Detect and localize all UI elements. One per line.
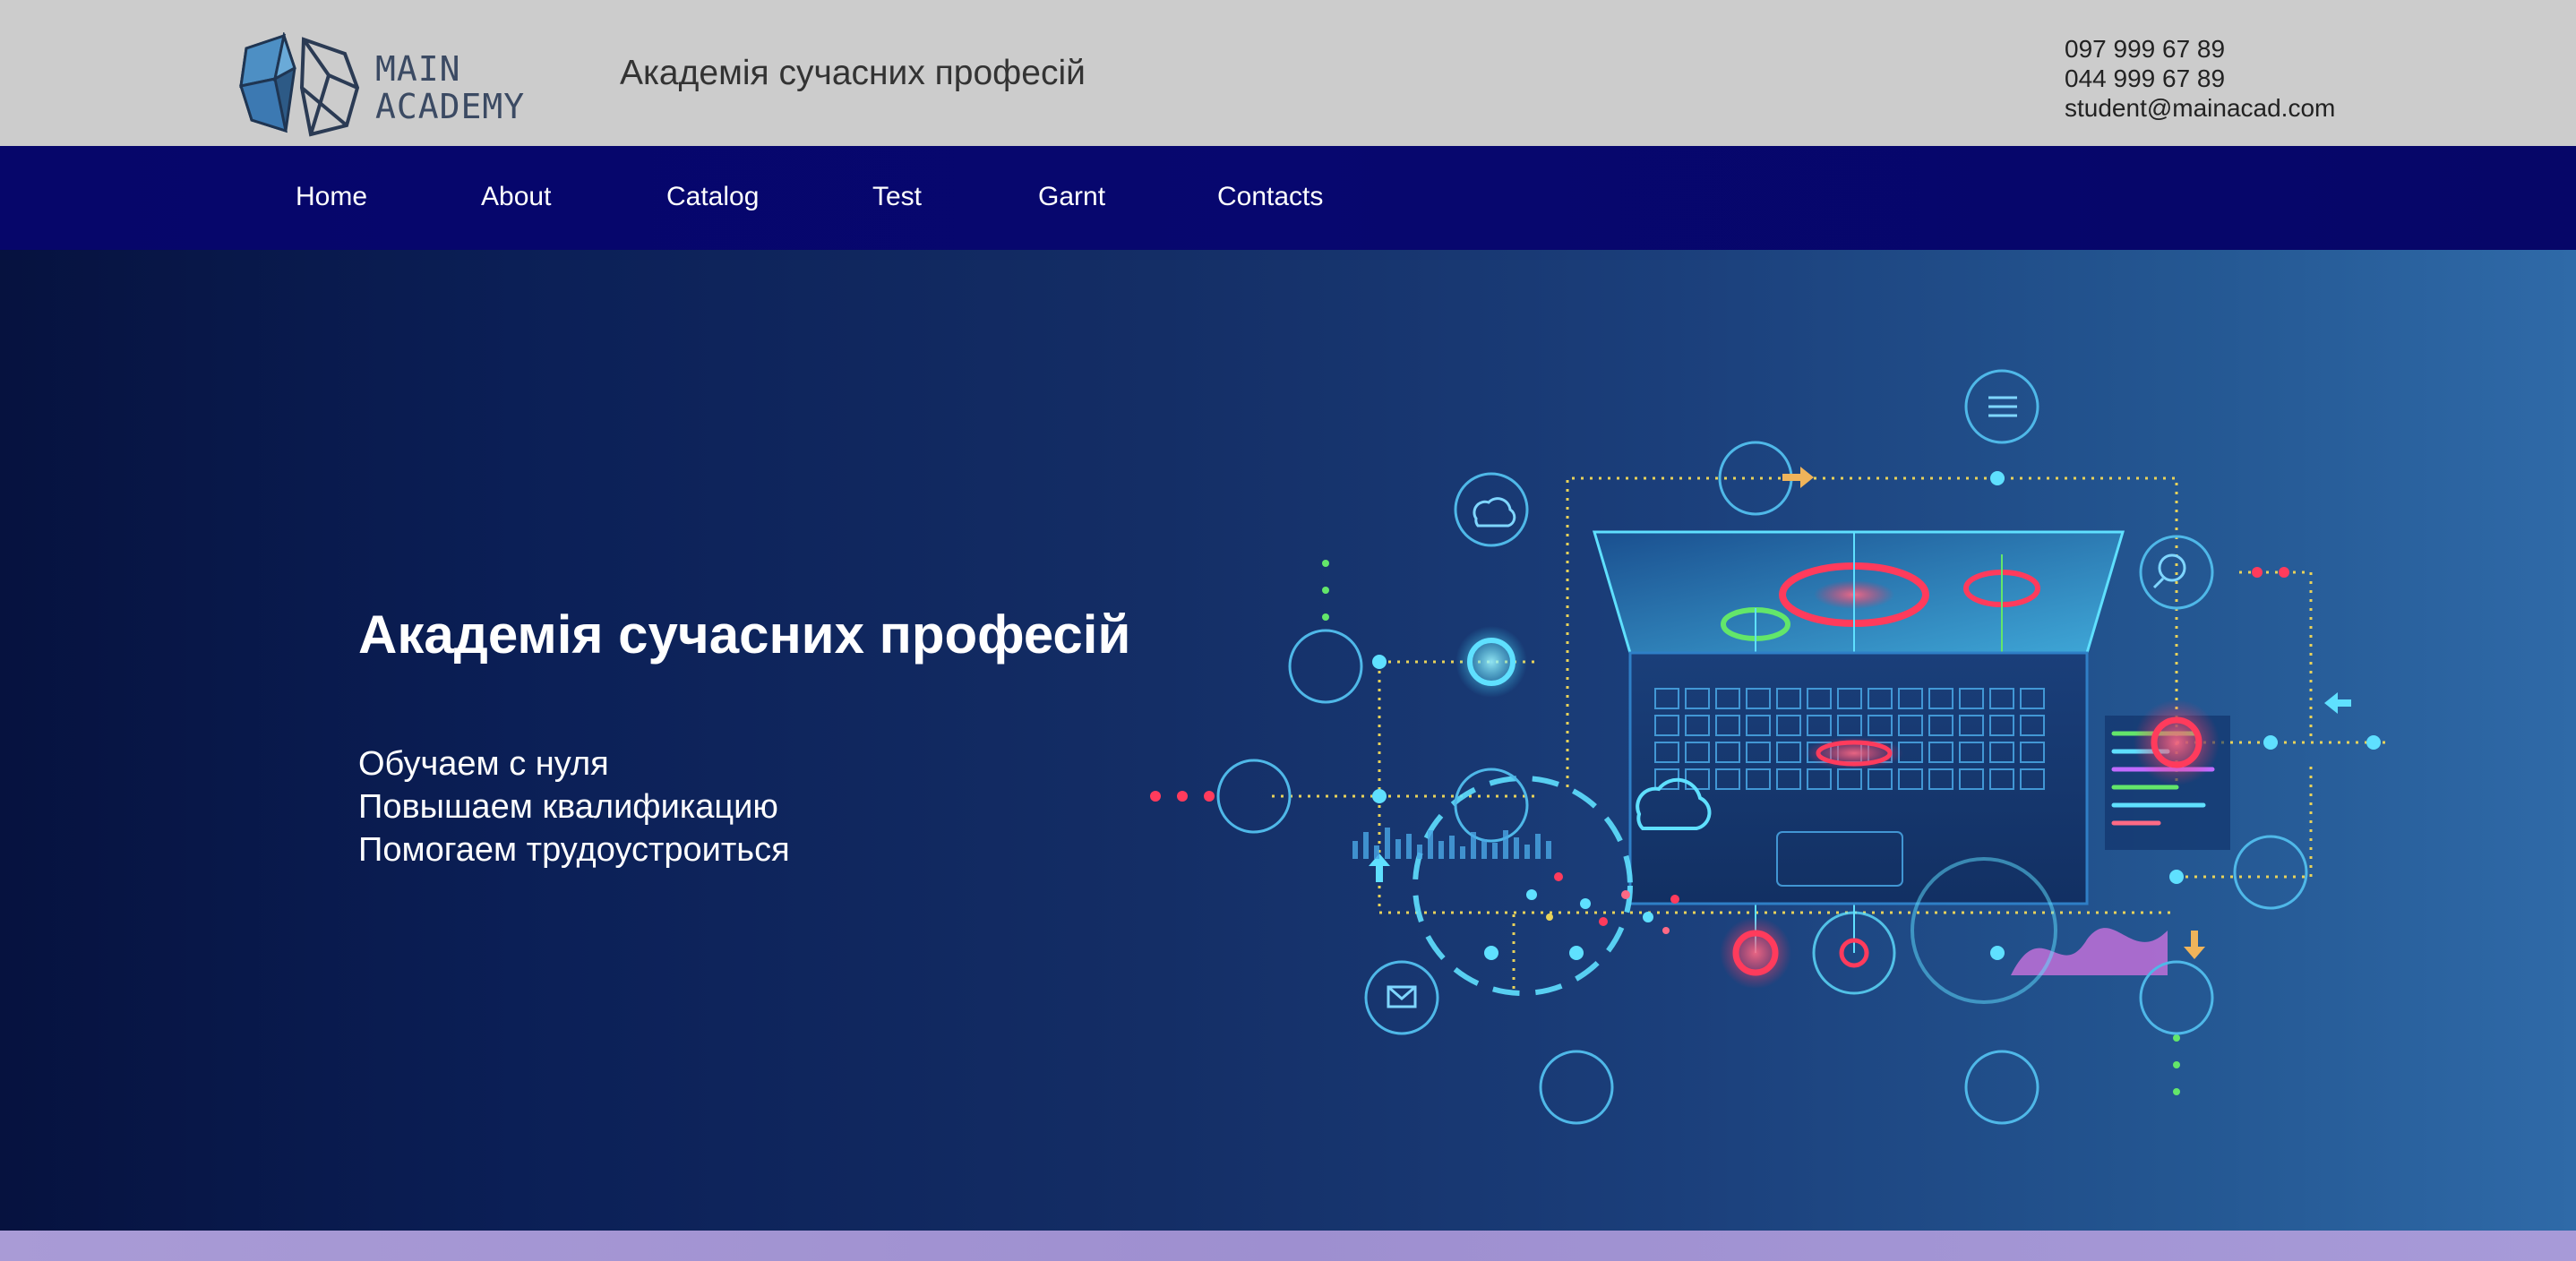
dashed-arc	[1413, 776, 1633, 996]
nav-item-about[interactable]: About	[481, 182, 551, 212]
main-nav: Home About Catalog Test Garnt Contacts	[0, 146, 2576, 250]
bar-chart	[1352, 828, 1551, 859]
location-icon	[1964, 1050, 2039, 1125]
nav-item-contacts[interactable]: Contacts	[1217, 182, 1323, 212]
cursor-icon	[2139, 960, 2214, 1035]
bottom-stripe	[0, 1231, 2576, 1261]
users-icon	[1216, 759, 1292, 834]
logo-mark-icon	[239, 32, 360, 137]
headphones-icon	[1288, 629, 1363, 704]
nav-item-garnt[interactable]: Garnt	[1038, 182, 1105, 212]
header-title: Академія сучасних професій	[620, 54, 1086, 92]
keyboard-icon	[1539, 1050, 1614, 1125]
contact-info: 097 999 67 89 044 999 67 89 student@main…	[2065, 34, 2335, 123]
shield-icon	[1454, 768, 1529, 843]
phone-2[interactable]: 044 999 67 89	[2065, 64, 2335, 93]
site-header: MAIN ACADEMY Академія сучасних професій …	[0, 0, 2576, 146]
logo-line-academy: ACADEMY	[375, 87, 526, 126]
logo[interactable]: MAIN ACADEMY	[239, 32, 544, 140]
hero-section: Академія сучасних професій Обучаем с нул…	[0, 250, 2576, 1231]
nav-item-test[interactable]: Test	[872, 182, 922, 212]
nav-item-catalog[interactable]: Catalog	[666, 182, 759, 212]
hero-line-1: Обучаем с нуля	[358, 745, 609, 783]
hero-tagline: Обучаем с нуля Повышаем квалификацию Пом…	[358, 742, 790, 871]
cloud-icon	[1454, 472, 1529, 547]
logo-text: MAIN ACADEMY	[375, 50, 525, 125]
laptop-network-illustration	[1150, 369, 2391, 1125]
wave-chart	[2011, 928, 2168, 975]
hero-line-3: Помогаем трудоустроиться	[358, 831, 790, 869]
chat-icon	[2233, 835, 2308, 910]
email-link[interactable]: student@mainacad.com	[2065, 93, 2335, 123]
hero-title: Академія сучасних професій	[358, 605, 1131, 665]
logo-line-main: MAIN	[375, 49, 461, 89]
hero-line-2: Повышаем квалификацию	[358, 788, 778, 826]
phone-1[interactable]: 097 999 67 89	[2065, 34, 2335, 64]
nav-item-home[interactable]: Home	[296, 182, 367, 212]
